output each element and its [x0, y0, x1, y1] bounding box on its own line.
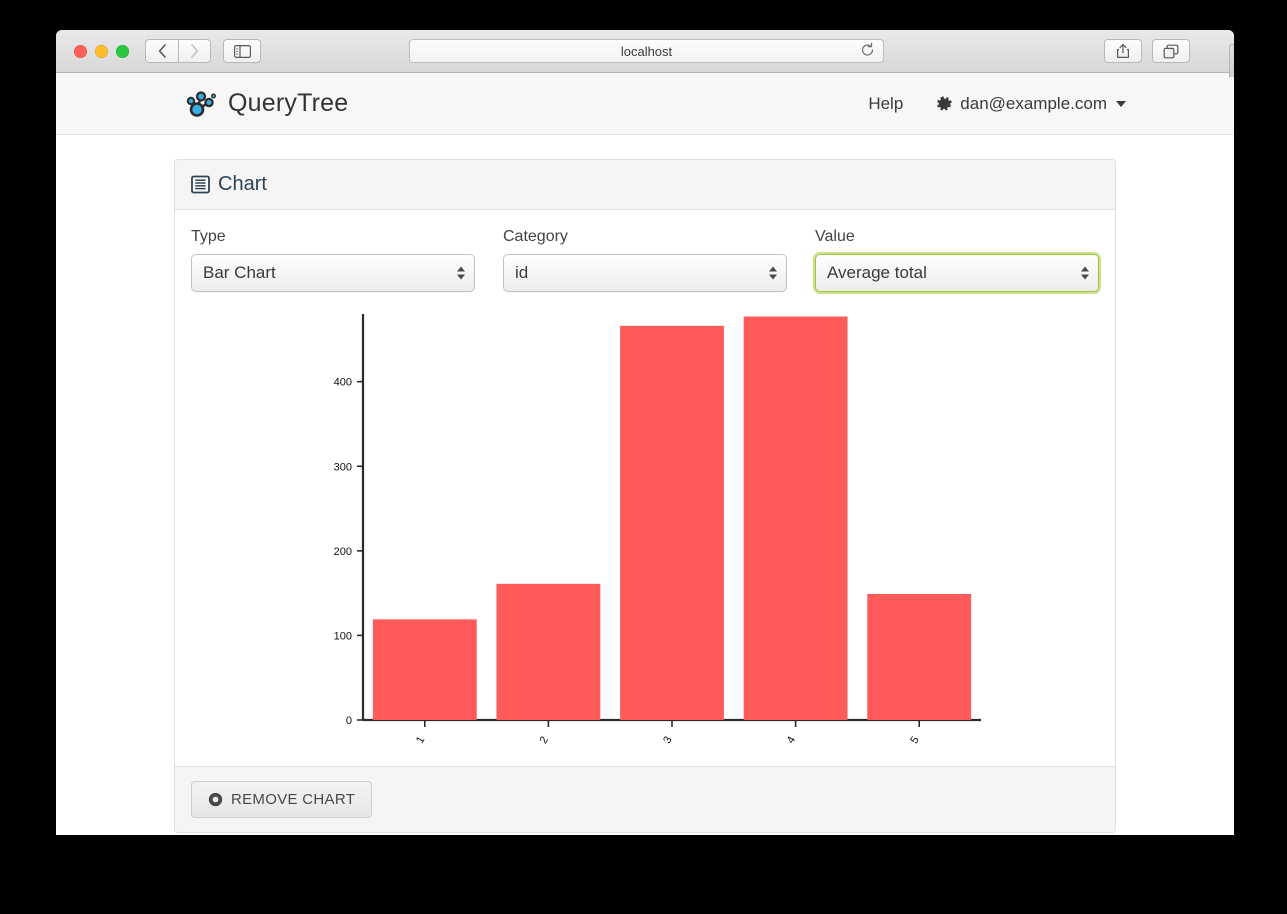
- app-nav: Help dan@example.com: [868, 94, 1126, 114]
- chart-type-value: Bar Chart: [203, 263, 276, 282]
- chart-area: 0 100 200 300 400 1 2 3 4 5: [191, 306, 1099, 756]
- window-controls: [74, 44, 129, 58]
- navigation-buttons: [145, 39, 211, 63]
- address-bar[interactable]: localhost: [409, 39, 884, 63]
- bar[interactable]: [372, 619, 477, 720]
- show-tabs-icon: [1163, 44, 1179, 58]
- chart-value-control: Value Average total: [815, 228, 1099, 292]
- x-tick-label: 2: [538, 735, 551, 746]
- x-tick-label: 1: [414, 735, 427, 746]
- table-list-icon: [191, 175, 210, 194]
- chart-category-value: id: [515, 263, 529, 282]
- app-header: QueryTree Help dan@example.com: [56, 73, 1234, 135]
- close-window-button[interactable]: [74, 44, 87, 58]
- chart-panel: Chart Type Bar Chart Category id Value A…: [174, 159, 1116, 833]
- chart-panel-body: Type Bar Chart Category id Value Average…: [175, 210, 1115, 766]
- sidebar-icon: [233, 44, 251, 58]
- toolbar-right-buttons: [1104, 39, 1190, 63]
- page-content: Chart Type Bar Chart Category id Value A…: [56, 135, 1234, 835]
- y-tick-label: 400: [334, 377, 352, 389]
- chart-controls: Type Bar Chart Category id Value Average…: [191, 228, 1099, 292]
- chevron-down-icon: [1116, 100, 1126, 107]
- chart-panel-footer: REMOVE CHART: [175, 766, 1115, 832]
- stepper-arrows-icon: [769, 266, 777, 280]
- browser-titlebar: localhost: [56, 30, 1234, 77]
- maximize-window-button[interactable]: [116, 44, 129, 58]
- x-tick-label: 4: [785, 735, 798, 746]
- panel-title: Chart: [218, 173, 267, 195]
- chart-category-label: Category: [503, 228, 568, 245]
- bar[interactable]: [620, 325, 724, 720]
- bar[interactable]: [496, 583, 601, 720]
- show-all-tabs-button[interactable]: [1152, 39, 1190, 63]
- stepper-arrows-icon: [457, 266, 465, 280]
- stepper-arrows-icon: [1081, 266, 1089, 280]
- chart-value-value: Average total: [827, 263, 927, 282]
- browser-window: localhost QueryTree Help dan@example.com…: [56, 30, 1234, 835]
- remove-chart-button[interactable]: REMOVE CHART: [191, 781, 373, 818]
- back-button[interactable]: [145, 39, 178, 63]
- account-menu[interactable]: dan@example.com: [937, 94, 1126, 114]
- chart-category-control: Category id: [503, 228, 787, 292]
- bar-chart: 0 100 200 300 400 1 2 3 4 5: [334, 314, 981, 746]
- chart-panel-header: Chart: [175, 160, 1115, 210]
- chart-value-select[interactable]: Average total: [815, 254, 1099, 292]
- bar[interactable]: [867, 593, 972, 720]
- chart-type-select[interactable]: Bar Chart: [191, 254, 475, 292]
- gear-icon: [937, 95, 953, 110]
- x-tick-label: 5: [908, 735, 921, 746]
- chart-type-label: Type: [191, 228, 226, 245]
- remove-chart-label: REMOVE CHART: [231, 791, 356, 808]
- y-tick-label: 300: [334, 461, 352, 473]
- x-tick-label: 3: [661, 735, 674, 746]
- chart-type-control: Type Bar Chart: [191, 228, 475, 292]
- share-icon: [1117, 44, 1129, 58]
- brand-name: QueryTree: [228, 89, 349, 117]
- y-tick-label: 100: [334, 630, 352, 642]
- chevron-right-icon: [191, 44, 199, 58]
- forward-button[interactable]: [178, 39, 211, 63]
- help-link[interactable]: Help: [868, 94, 903, 114]
- address-bar-text: localhost: [620, 43, 673, 59]
- y-tick-label: 0: [346, 715, 352, 727]
- chevron-left-icon: [158, 44, 166, 58]
- remove-circle-icon: [208, 792, 223, 807]
- chart-category-select[interactable]: id: [503, 254, 787, 292]
- share-button[interactable]: [1104, 39, 1142, 63]
- minimize-window-button[interactable]: [95, 44, 108, 58]
- new-tab-button[interactable]: +: [1229, 44, 1234, 77]
- brand[interactable]: QueryTree: [182, 88, 348, 120]
- y-tick-label: 200: [334, 546, 352, 558]
- chart-value-label: Value: [815, 228, 855, 245]
- reload-icon[interactable]: [860, 42, 875, 60]
- account-email: dan@example.com: [960, 93, 1107, 113]
- querytree-node-graph-logo: [186, 90, 217, 117]
- show-sidebar-button[interactable]: [223, 39, 261, 63]
- bar[interactable]: [743, 316, 848, 720]
